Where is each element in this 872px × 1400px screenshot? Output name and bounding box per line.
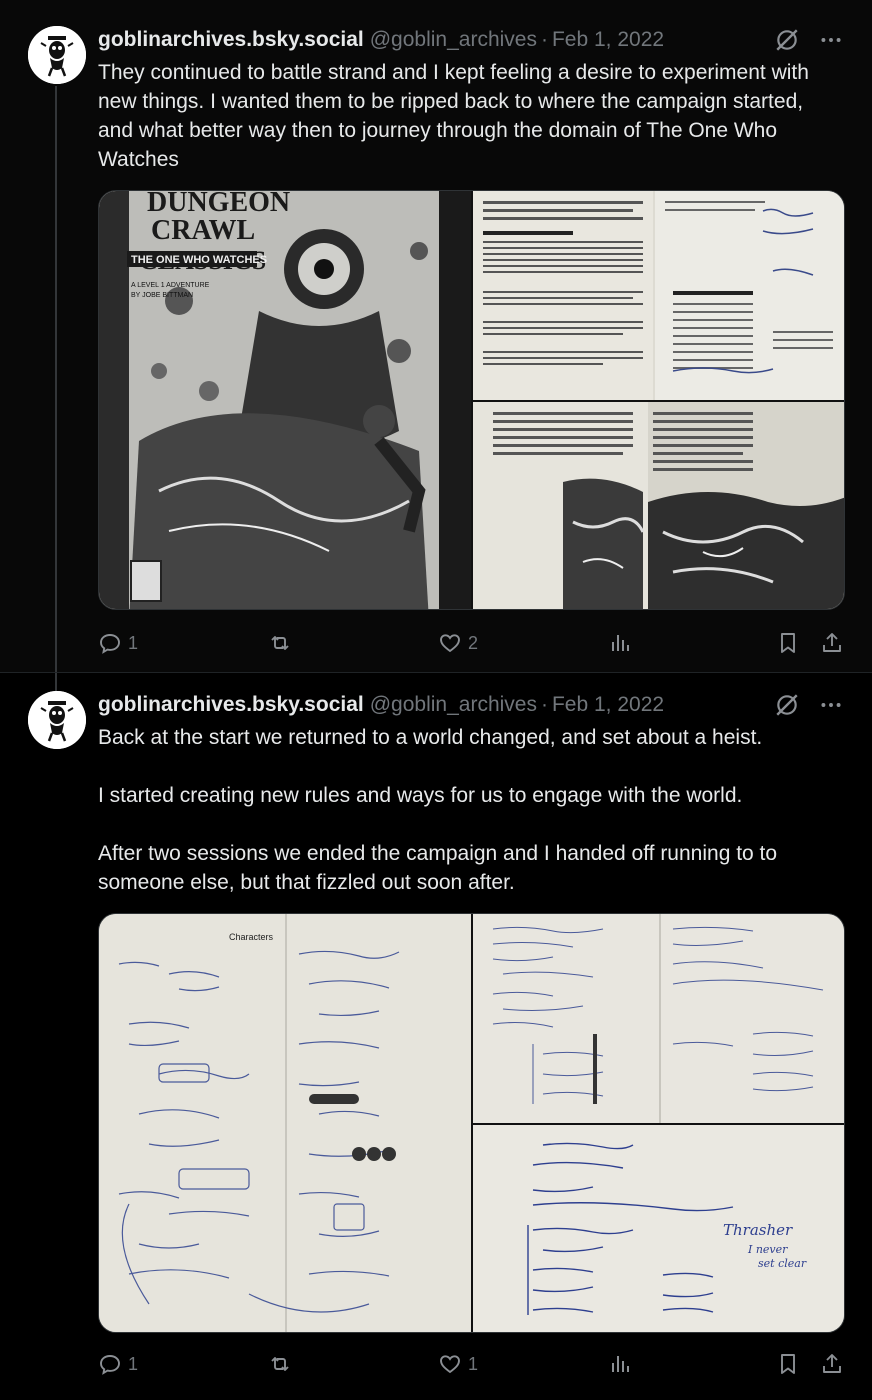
reply-icon	[100, 634, 120, 654]
bookmark-icon	[781, 633, 795, 653]
tweet[interactable]: goblinarchives.bsky.social @goblin_archi…	[0, 672, 872, 1400]
bookmark-icon	[781, 1354, 795, 1374]
reply-button[interactable]: 1	[98, 1349, 138, 1379]
area-map-page-photo[interactable]	[473, 402, 844, 609]
action-bar: 1 2	[98, 628, 848, 658]
notes-thrasher-label: Thrasher	[723, 1221, 793, 1239]
like-button[interactable]: 2	[438, 628, 478, 658]
tweet-paragraph: Back at the start we returned to a world…	[98, 726, 763, 749]
thread-connector	[55, 673, 57, 691]
more-icon[interactable]	[818, 27, 844, 53]
grok-icon[interactable]	[774, 692, 800, 718]
thread-connector	[55, 86, 57, 672]
dungeon-crawl-classics-cover-photo[interactable]: DUNGEON CRAWL CLASSICS THE ONE WHO WATCH…	[99, 191, 471, 609]
share-icon	[823, 1354, 841, 1373]
more-icon[interactable]	[818, 692, 844, 718]
cover-level: A LEVEL 1 ADVENTURE	[131, 282, 210, 289]
repost-button[interactable]	[268, 1349, 298, 1379]
notes-set-clear-label: set clear	[758, 1257, 807, 1270]
cover-author: BY JOBE BITTMAN	[131, 292, 193, 299]
tweet-paragraph: I started creating new rules and ways fo…	[98, 784, 743, 807]
media-grid: DUNGEON CRAWL CLASSICS THE ONE WHO WATCH…	[98, 190, 845, 610]
views-button[interactable]	[608, 1349, 632, 1379]
notes-characters-heading: Characters	[229, 932, 274, 942]
views-icon	[612, 1356, 629, 1372]
bookmark-button[interactable]	[776, 1349, 800, 1379]
tweet-text: Back at the start we returned to a world…	[98, 723, 838, 897]
reply-count: 1	[128, 1353, 139, 1374]
handwritten-notes-spread-photo[interactable]	[473, 914, 844, 1123]
tweet-header: goblinarchives.bsky.social @goblin_archi…	[98, 691, 844, 719]
handwritten-notes-characters-photo[interactable]: Characters	[99, 914, 471, 1332]
like-count: 1	[468, 1353, 479, 1374]
repost-icon	[271, 1357, 289, 1371]
timestamp[interactable]: Feb 1, 2022	[552, 28, 664, 52]
tweet-paragraph	[98, 752, 838, 781]
handle[interactable]: @goblin_archives	[370, 28, 537, 52]
display-name[interactable]: goblinarchives.bsky.social	[98, 28, 364, 52]
share-button[interactable]	[820, 1349, 844, 1379]
random-encounter-table-photo[interactable]	[473, 191, 844, 400]
like-icon	[440, 634, 460, 653]
avatar[interactable]	[28, 26, 86, 84]
avatar-goblin-icon	[28, 26, 86, 84]
display-name[interactable]: goblinarchives.bsky.social	[98, 693, 364, 717]
tweet-paragraph: They continued to battle strand and I ke…	[98, 61, 809, 171]
separator: ·	[540, 28, 548, 51]
repost-button[interactable]	[268, 628, 298, 658]
avatar-goblin-icon	[28, 691, 86, 749]
repost-icon	[271, 636, 289, 650]
media-grid: Characters Thrasher I never set clear	[98, 913, 845, 1333]
tweet-paragraph: After two sessions we ended the campaign…	[98, 842, 778, 894]
avatar[interactable]	[28, 691, 86, 749]
tweet-text: They continued to battle strand and I ke…	[98, 58, 838, 174]
tweet[interactable]: goblinarchives.bsky.social @goblin_archi…	[0, 0, 872, 672]
separator: ·	[540, 693, 548, 716]
share-icon	[823, 633, 841, 652]
tweet-paragraph	[98, 810, 838, 839]
reply-icon	[100, 1355, 120, 1375]
notes-never-label: I never	[747, 1243, 788, 1256]
grok-icon[interactable]	[774, 27, 800, 53]
like-icon	[440, 1355, 460, 1374]
like-button[interactable]: 1	[438, 1349, 478, 1379]
reply-count: 1	[128, 632, 139, 653]
handle[interactable]: @goblin_archives	[370, 693, 537, 717]
tweet-header: goblinarchives.bsky.social @goblin_archi…	[98, 26, 844, 54]
handwritten-notes-thrasher-photo[interactable]: Thrasher I never set clear	[473, 1125, 844, 1332]
views-icon	[612, 635, 629, 651]
reply-button[interactable]: 1	[98, 628, 138, 658]
timestamp[interactable]: Feb 1, 2022	[552, 693, 664, 717]
views-button[interactable]	[608, 628, 632, 658]
cover-title-line2: CRAWL	[151, 215, 255, 246]
bookmark-button[interactable]	[776, 628, 800, 658]
like-count: 2	[468, 632, 479, 653]
share-button[interactable]	[820, 628, 844, 658]
cover-title-line1: DUNGEON	[147, 191, 290, 218]
cover-subtitle: THE ONE WHO WATCHES	[131, 254, 267, 266]
action-bar: 1 1	[98, 1349, 848, 1379]
